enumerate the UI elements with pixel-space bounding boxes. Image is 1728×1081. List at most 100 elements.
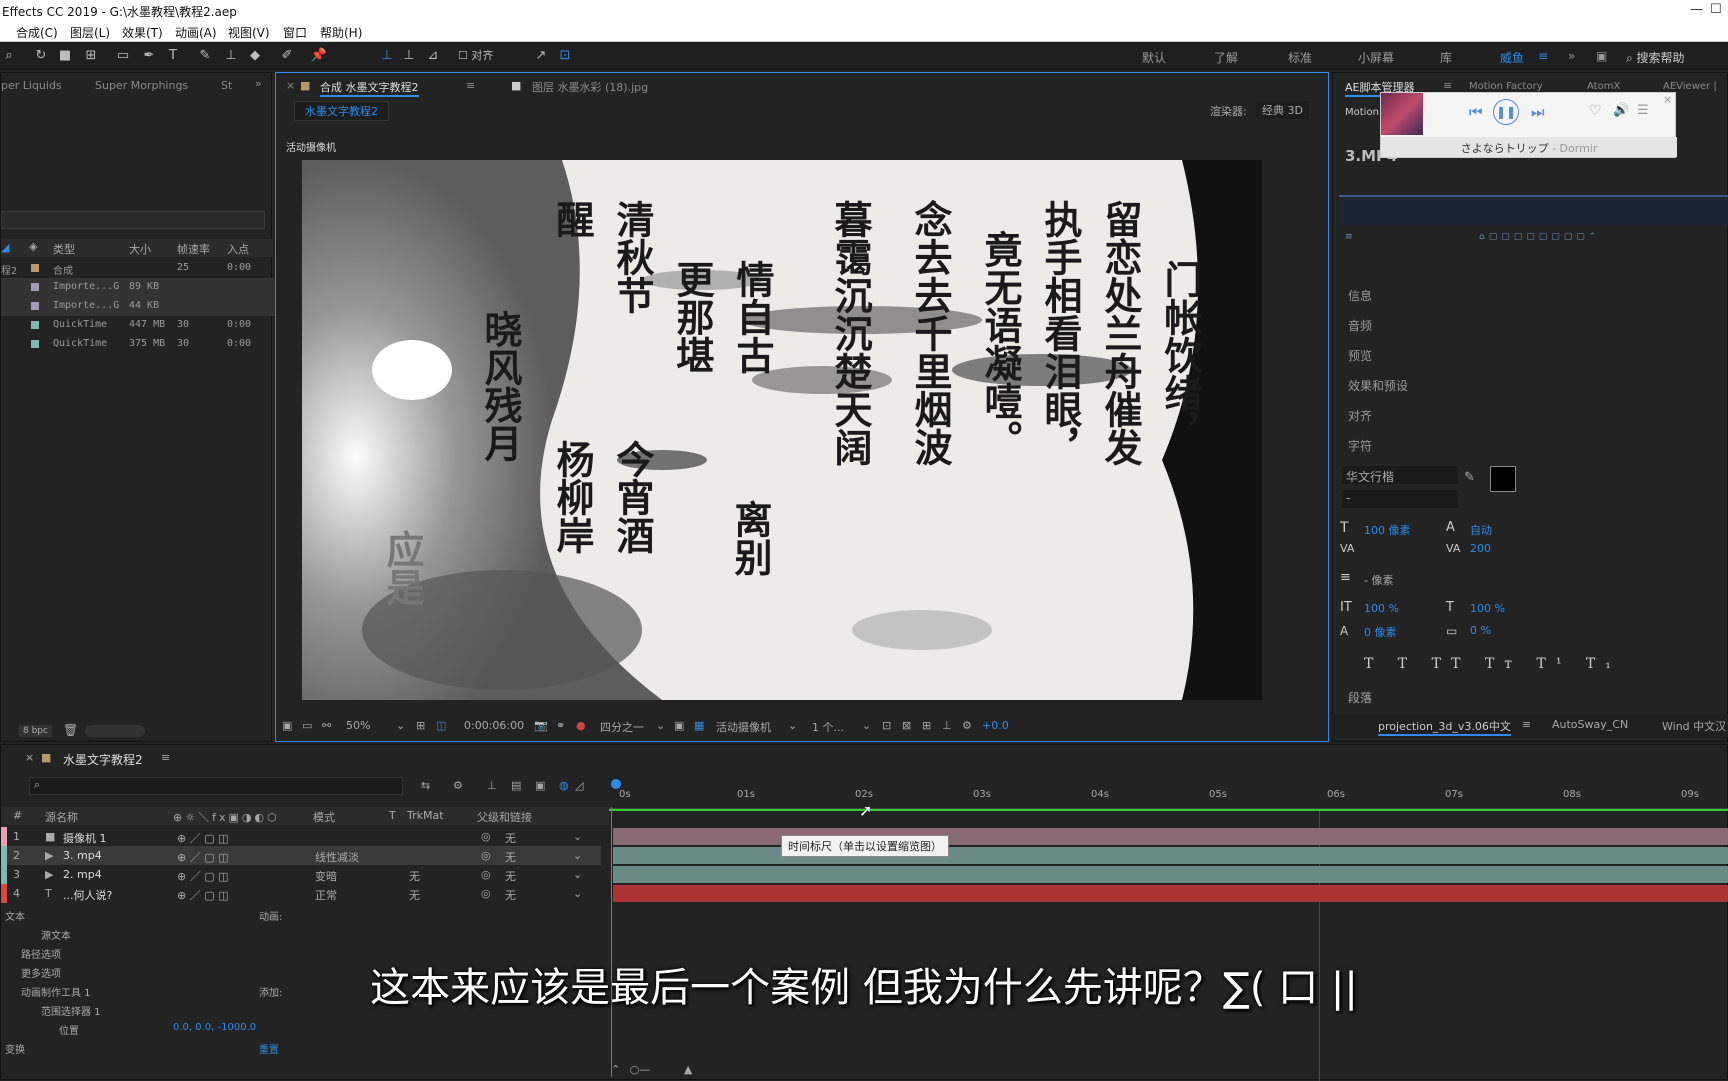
baseline-shift-value[interactable]: 0 像素 [1364,624,1397,640]
maximize-icon[interactable]: ☐ [1710,2,1722,17]
tab-st[interactable]: St [221,79,232,92]
tab-menu-icon[interactable]: ≡ [161,751,170,764]
workspace-menu-icon[interactable]: ≡ [1538,49,1548,63]
view-select[interactable]: 活动摄像机 [716,719,771,735]
section-paragraph[interactable]: 段落 [1348,689,1372,706]
text-style-buttons[interactable]: T T TT Tт T¹ T₁ [1364,656,1621,672]
workspace-standard[interactable]: 标准 [1288,49,1312,66]
col-parent[interactable]: 父级和链接 [477,809,532,825]
col-in-point[interactable]: 入点 [227,241,249,257]
close-tab-icon[interactable]: × [286,79,295,92]
property-value[interactable]: 0.0, 0.0, -1000.0 [173,1022,256,1033]
section-preview[interactable]: 预览 [1348,347,1372,364]
reset-exposure-icon[interactable]: ⚙ [962,719,972,732]
keyframe-icons[interactable]: ⌂▢▢▢▢▢▢▢▢⌃ [1479,232,1600,242]
motion-blur-icon[interactable]: ▣ [535,779,545,792]
zoom-out-icon[interactable]: ⌃ [611,1063,620,1076]
tab-menu-icon[interactable]: ≡ [466,79,475,92]
resolution-select[interactable]: 四分之一 [600,719,644,735]
grid-icon[interactable]: ⊞ [416,719,425,732]
eyedropper-icon[interactable]: ✎ [1464,470,1475,485]
pen-tool-icon[interactable]: ✒ [140,47,158,65]
type-tool-icon[interactable]: T [164,47,182,65]
minimize-icon[interactable]: — [1690,2,1703,17]
timeline-icon[interactable]: ⊞ [922,719,931,732]
comp-breadcrumb[interactable]: 水墨文字教程2 [294,101,389,121]
menu-layer[interactable]: 图层(L) [70,24,110,41]
project-item[interactable]: 程2 合成 25 0:00 [1,259,291,278]
zoom-in-icon[interactable]: ▲ [684,1063,692,1076]
tab-super-liquids[interactable]: per Liquids [1,79,62,92]
mask-icon[interactable]: ◫ [436,719,446,732]
property-row[interactable]: 源文本 [1,924,601,943]
shy-icon[interactable]: ⊥ [487,779,497,792]
tab-autosway[interactable]: AutoSway_CN [1552,718,1628,731]
show-snapshot-icon[interactable]: ⚭ [556,719,565,732]
section-audio[interactable]: 音频 [1348,317,1372,334]
col-type[interactable]: 类型 [53,241,75,257]
comp-mini-flowchart-icon[interactable]: ⇆ [421,779,430,792]
rotate-tool-icon[interactable]: ↻ [32,47,50,65]
roto-brush-icon[interactable]: ✐ [278,47,296,65]
workspace-libraries[interactable]: 库 [1440,49,1452,66]
more-panels-icon[interactable]: » [255,77,262,90]
col-fps[interactable]: 帧速率 [177,241,210,257]
menu-window[interactable]: 窗口 [283,24,307,41]
snap-target-icon[interactable]: ⊡ [556,47,574,65]
project-search-input[interactable] [1,211,265,229]
tracking-value[interactable]: 200 [1470,542,1491,555]
menu-help[interactable]: 帮助(H) [320,24,362,41]
timeline-tab[interactable]: 水墨文字教程2 [63,751,143,768]
graph-icon[interactable]: ◿ [575,779,583,792]
project-item[interactable]: QuickTime 375 MB 30 0:00 [1,335,291,354]
project-item[interactable]: Importe...G 44 KB [1,297,291,316]
snap-icon[interactable]: ↗ [532,47,550,65]
rectangle-tool-icon[interactable]: ▭ [114,47,132,65]
zoom-tool-icon[interactable]: ⌕ [0,47,18,65]
composition-viewer[interactable]: 醒清秋节 更那堪 情自古 暮霭沉沉楚天阔 念去去千里烟波 竟无语凝噎。 执手相看泪眼， 留恋处… [302,160,1262,700]
zoom-thumb-icon[interactable]: ○— [630,1063,651,1076]
menu-animation[interactable]: 动画(A) [175,24,217,41]
stamp-tool-icon[interactable]: ⊥ [222,47,240,65]
eraser-tool-icon[interactable]: ◆ [246,47,264,65]
pan-behind-tool-icon[interactable]: ⊞ [82,47,100,65]
chevron-down-icon[interactable]: ⌄ [788,719,797,732]
view-axis-icon[interactable]: ⊿ [424,47,442,65]
pixel-aspect-icon[interactable]: ⊡ [882,719,891,732]
leading-value[interactable]: 自动 [1470,522,1492,538]
chevron-down-icon[interactable]: ⌄ [656,719,665,732]
tab-wind[interactable]: Wind 中文汉 [1662,718,1726,734]
vertical-scale-value[interactable]: 100 % [1364,602,1399,615]
draft-3d-icon[interactable]: ⚙ [453,779,463,792]
playhead-handle[interactable] [611,779,621,789]
stroke-width-value[interactable]: - 像素 [1364,572,1393,588]
tab-layer[interactable]: 图层 水墨水彩 (18).jpg [532,79,648,95]
project-item[interactable]: Importe...G 89 KB [1,278,291,297]
volume-icon[interactable]: 🔊 [1613,103,1629,118]
horizontal-scale-value[interactable]: 100 % [1470,602,1505,615]
workspace-default[interactable]: 默认 [1142,49,1166,66]
font-style-select[interactable]: - [1342,490,1458,508]
transparency-grid-icon[interactable]: ▦ [694,719,704,732]
property-value[interactable]: 动画: [259,908,282,923]
zoom-select[interactable]: 50% [346,719,370,732]
project-scrollbar[interactable] [85,725,145,737]
puppet-pin-icon[interactable]: 📌 [310,47,328,65]
property-row[interactable]: 变换 重置 [1,1038,601,1057]
layer-duration-bar[interactable] [613,885,1728,902]
tsume-value[interactable]: 0 % [1470,624,1491,637]
property-row[interactable]: 位置 0.0, 0.0, -1000.0 [1,1019,601,1038]
close-icon[interactable]: × [1663,93,1672,106]
font-family-select[interactable]: 华文行楷 [1342,466,1458,484]
camera-tool-icon[interactable]: ■ [56,47,74,65]
tab-menu-icon[interactable]: ≡ [1522,718,1531,731]
sort-icon[interactable]: ◢ [1,241,9,254]
property-value[interactable]: 重置 [259,1041,279,1056]
world-axis-icon[interactable]: ⊥ [400,47,418,65]
close-tab-icon[interactable]: × [25,751,34,764]
renderer-select[interactable]: 经典 3D [1256,101,1309,119]
layer-search-input[interactable]: ⌕ [29,777,403,795]
frame-blending-icon[interactable]: ▤ [511,779,521,792]
flowchart-icon[interactable]: ⊥ [942,719,952,732]
section-info[interactable]: 信息 [1348,287,1372,304]
